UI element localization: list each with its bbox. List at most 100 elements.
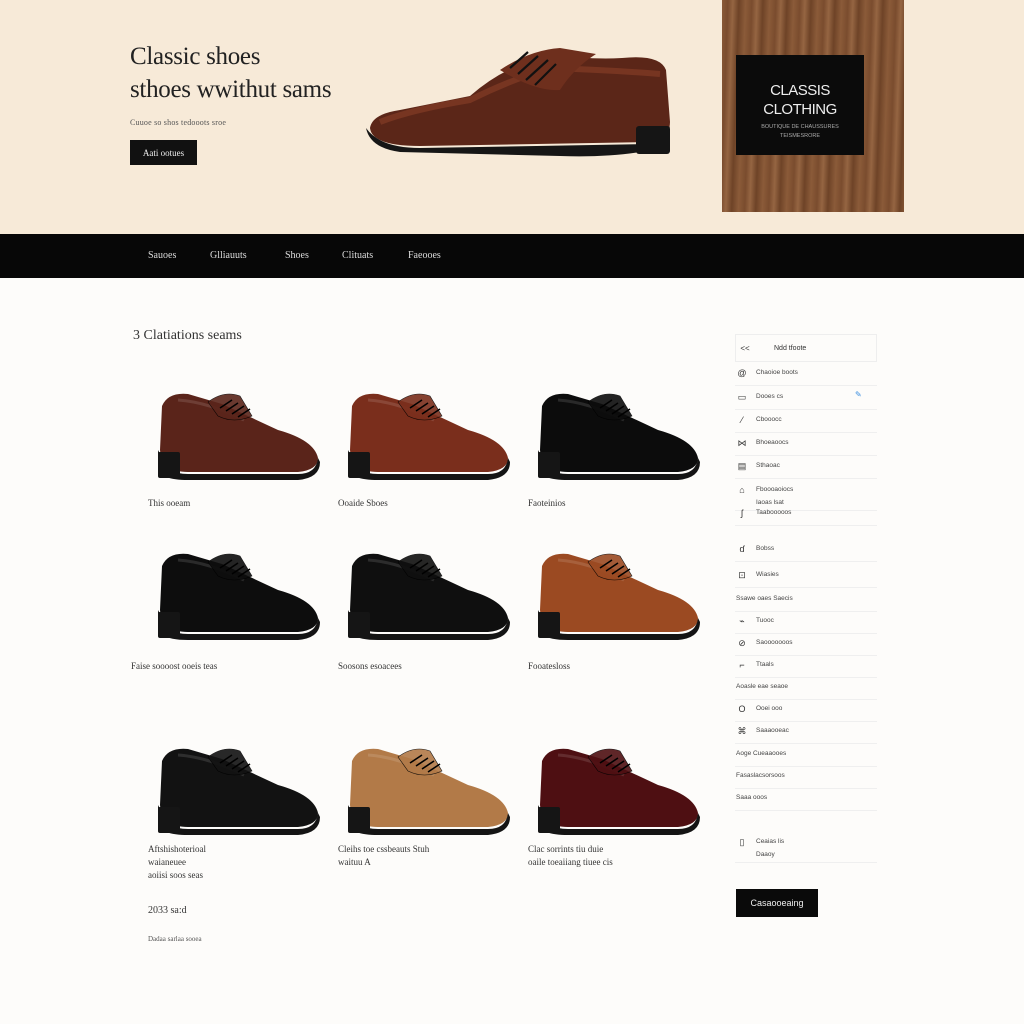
sidebar-item[interactable]: Saaa ooos: [735, 789, 877, 811]
sidebar-item[interactable]: ▭ Dooes cs ✎: [735, 388, 877, 410]
sidebar-item-label: Bobss: [756, 545, 775, 552]
shoe-image: [348, 553, 510, 640]
product-label[interactable]: Soosons esoacees: [338, 660, 402, 673]
product-card[interactable]: [338, 540, 513, 652]
sidebar-item[interactable]: O Ooei ooo: [735, 700, 877, 722]
sidebar-item[interactable]: ʃ Taabooooos: [735, 504, 877, 526]
product-card[interactable]: [338, 380, 513, 492]
product-card[interactable]: [528, 380, 703, 492]
sidebar-item-label: Saaaooeac: [756, 727, 789, 734]
brand-name: CLASSIS CLOTHING: [736, 81, 864, 119]
brand-tagline-line1: BOUTIQUE DE CHAUSSURES: [761, 124, 839, 130]
product-label[interactable]: Faise soooost ooeis teas: [131, 660, 217, 673]
product-card[interactable]: [528, 735, 703, 847]
shoe-image: [348, 748, 510, 835]
brand-wood-panel: CLASSIS CLOTHING BOUTIQUE DE CHAUSSURES …: [722, 0, 904, 212]
sidebar-item-label: Fasaslacsorsoos: [736, 772, 785, 779]
product-label[interactable]: Cleihs toe cssbeauts Stuh waituu A: [338, 843, 429, 869]
sidebar-item-label: Aoasle eae seaoe: [736, 683, 789, 690]
product-label-line: oaile toeaiiang tiuee cis: [528, 857, 613, 867]
product-label[interactable]: Faoteinios: [528, 497, 566, 510]
sidebar-item-label: Bhoeaoocs: [756, 439, 789, 446]
product-label[interactable]: Aftshishoterioal waianeuee aoiisi soos sea…: [148, 843, 206, 882]
sidebar-item[interactable]: ⊘ Saooooooos: [735, 634, 877, 656]
product-label-line: Faise soooost ooeis teas: [131, 661, 218, 671]
sidebar-item[interactable]: ⋈ Bhoeaoocs: [735, 434, 877, 456]
sidebar-item-label: Fboooaoiocs: [756, 486, 794, 493]
sidebar-item-label: Taabooooos: [756, 509, 792, 516]
product-label[interactable]: Ooaide Sboes: [338, 497, 388, 510]
shoe-image: [158, 553, 320, 640]
shoe-image: [538, 553, 700, 640]
product-card[interactable]: [528, 540, 703, 652]
sidebar-item[interactable]: ⌁ Tuooc: [735, 612, 877, 634]
sidebar-item-label: Ceaias lis: [756, 838, 785, 845]
filter-sidebar: << Ndd tfoote @ Chaoioe boots ▭ Dooes cs ✎ ⁄ C…: [735, 334, 877, 863]
nav-item-4[interactable]: Clituats: [342, 250, 373, 261]
shoe-image: [348, 393, 510, 480]
shoe-image: [538, 748, 700, 835]
sidebar-item-label: Wiasies: [756, 571, 779, 578]
sidebar-item[interactable]: @ Chaoioe boots: [735, 364, 877, 386]
sidebar-item-label: Saaa ooos: [736, 794, 768, 801]
sidebar-item[interactable]: Aoasle eae seaoe: [735, 678, 877, 700]
edit-icon[interactable]: ✎: [855, 390, 862, 399]
link-icon: ɗ: [739, 544, 745, 554]
products-section-title: 3 Clatiations seams: [133, 328, 242, 343]
nav-item-1[interactable]: Sauoes: [148, 250, 176, 261]
sidebar-item[interactable]: ɗ Bobss: [735, 540, 877, 562]
sidebar-item[interactable]: ⌘ Saaaooeac: [735, 722, 877, 744]
pattern-icon: ⊘: [738, 638, 746, 648]
product-label-line: Clac sorrints tiu duie: [528, 844, 604, 854]
nav-item-3[interactable]: Shoes: [285, 250, 309, 261]
brand-tagline-line2: TEISMESRORE: [779, 133, 821, 139]
product-card[interactable]: [148, 540, 323, 652]
product-card[interactable]: [148, 380, 323, 492]
brand-card: CLASSIS CLOTHING BOUTIQUE DE CHAUSSURES …: [736, 55, 864, 155]
back-arrow-icon[interactable]: <<: [736, 344, 754, 353]
corner-icon: ⌐: [739, 660, 745, 670]
product-label-line: waianeuee: [148, 857, 186, 867]
sidebar-item[interactable]: Fasaslacsorsoos: [735, 767, 877, 789]
hero-title: Classic shoes sthoes wwithut sams: [130, 40, 332, 106]
product-label-line: Faoteinios: [528, 498, 566, 508]
sidebar-item[interactable]: ⁄ Cbooocc: [735, 411, 877, 433]
price-value: 2033 sa:d: [148, 905, 187, 916]
sidebar-item-label: Tuooc: [756, 617, 774, 624]
sidebar-item[interactable]: ▯ Ceaias lis Daaoy: [735, 833, 877, 863]
sidebar-item-label: Sthaoac: [756, 462, 780, 469]
sidebar-action-button[interactable]: Casaooeaing: [736, 889, 818, 917]
nav-item-2[interactable]: Glliauuts: [210, 250, 247, 261]
product-card[interactable]: [338, 735, 513, 847]
product-label-line: Fooatesloss: [528, 661, 571, 671]
command-icon: ⌘: [737, 726, 747, 736]
shoe-image: [158, 393, 320, 480]
hero-shoe-image: [366, 48, 670, 157]
sidebar-item[interactable]: Aoge Cueaaooes: [735, 745, 877, 767]
brand-line2: CLOTHING: [763, 101, 837, 118]
sidebar-header[interactable]: << Ndd tfoote: [735, 334, 877, 362]
shoe-image: [158, 748, 320, 835]
sidebar-item[interactable]: ▤ Sthaoac: [735, 457, 877, 479]
price-note: Dadaa sarlaa sooea: [148, 935, 202, 943]
sidebar-item[interactable]: Ssawe oaes Saecis: [735, 590, 877, 612]
sidebar-item[interactable]: ⊡ Wiasies: [735, 566, 877, 588]
sidebar-item-label: Dooes cs: [756, 393, 784, 400]
product-label[interactable]: Clac sorrints tiu duie oaile toeaiiang ti…: [528, 843, 613, 869]
sidebar-item-sublabel: Daaoy: [756, 851, 775, 858]
nav-item-5[interactable]: Faeooes: [408, 250, 441, 261]
hero-subtitle: Cuuoe so shos tedooots sroe: [130, 118, 227, 127]
product-label-line: Soosons esoacees: [338, 661, 402, 671]
product-label[interactable]: This ooeam: [148, 497, 190, 510]
phone-icon: ▯: [739, 837, 745, 847]
product-label[interactable]: Fooatesloss: [528, 660, 570, 673]
product-label-line: This ooeam: [148, 498, 191, 508]
product-label-line: waituu A: [338, 857, 371, 867]
card-icon: ▭: [737, 392, 747, 402]
sidebar-item[interactable]: ⌐ Ttaals: [735, 656, 877, 678]
hero-cta-button[interactable]: Aati ootues: [130, 140, 197, 165]
product-card[interactable]: [148, 735, 323, 847]
brand-line1: CLASSIS: [770, 82, 830, 99]
shoe-image: [538, 393, 700, 480]
sidebar-item-label: Aoge Cueaaooes: [736, 750, 787, 757]
